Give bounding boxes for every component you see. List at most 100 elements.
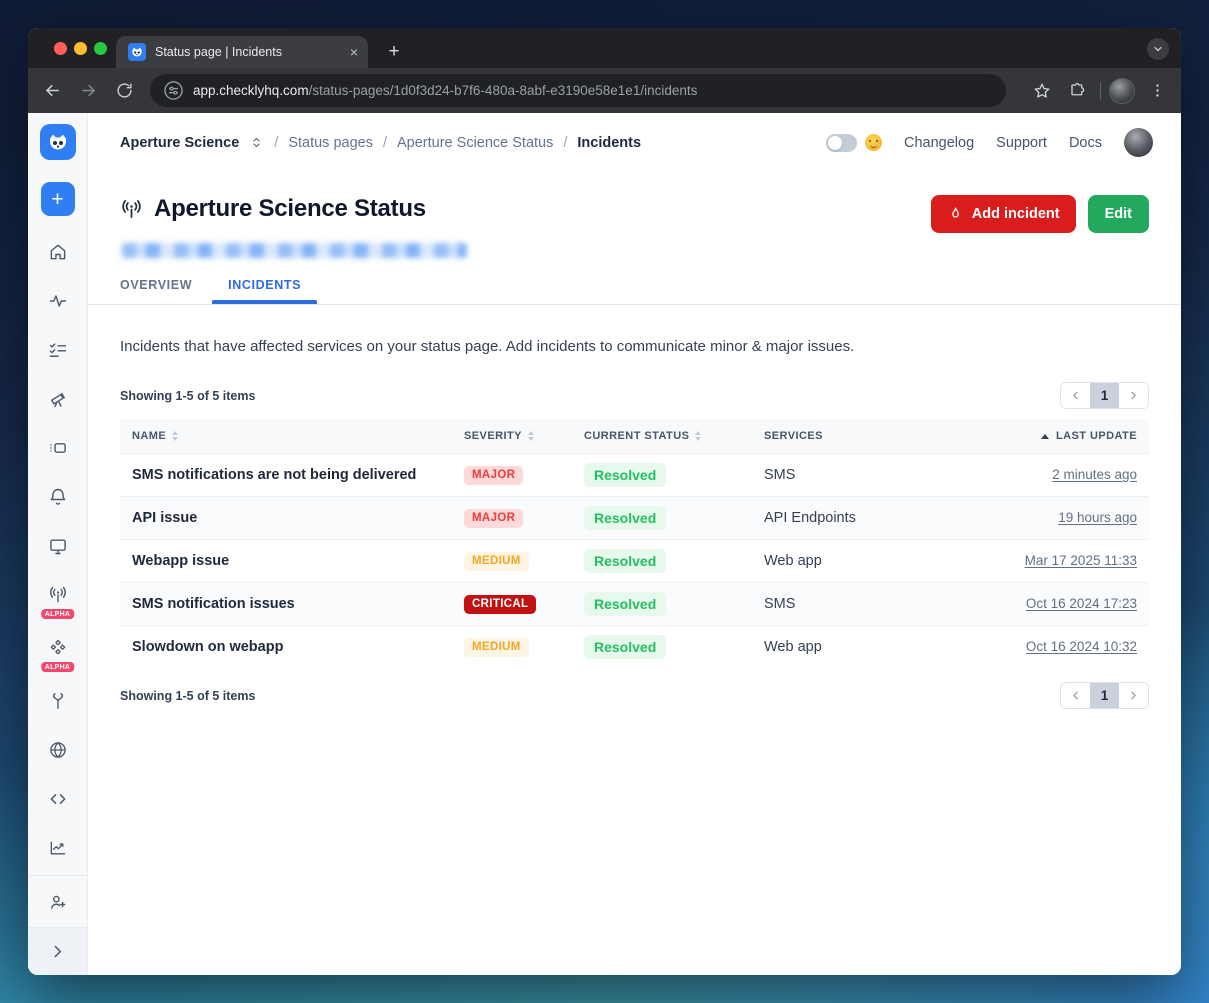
alpha-badge: ALPHA xyxy=(41,609,75,619)
smiley-emoji-icon xyxy=(865,134,882,151)
close-window-button[interactable] xyxy=(54,42,67,55)
table-row[interactable]: SMS notification issues CRITICAL Resolve… xyxy=(120,583,1149,626)
table-row[interactable]: Slowdown on webapp MEDIUM Resolved Web a… xyxy=(120,626,1149,669)
status-badge: Resolved xyxy=(584,463,666,487)
docs-link[interactable]: Docs xyxy=(1069,135,1102,151)
url-bar[interactable]: app.checklyhq.com/status-pages/1d0f3d24-… xyxy=(150,74,1006,107)
chevron-right-icon xyxy=(49,943,66,960)
monitor-icon xyxy=(48,536,68,556)
sidebar-item-invite-user[interactable] xyxy=(28,875,87,927)
next-page-button[interactable] xyxy=(1119,683,1148,708)
support-link[interactable]: Support xyxy=(996,135,1047,151)
column-header-current-status[interactable]: CURRENT STATUS xyxy=(572,419,752,454)
site-privacy-icon[interactable] xyxy=(164,81,183,100)
create-new-button[interactable]: + xyxy=(41,182,75,216)
table-row[interactable]: SMS notifications are not being delivere… xyxy=(120,454,1149,497)
theme-toggle[interactable] xyxy=(826,134,857,152)
sidebar-item-explore[interactable] xyxy=(38,379,78,419)
browser-profile-avatar[interactable] xyxy=(1109,78,1135,104)
sidebar-item-cli[interactable] xyxy=(38,779,78,819)
incident-services: SMS xyxy=(764,596,795,612)
status-badge: Resolved xyxy=(584,592,666,616)
incident-last-update[interactable]: Oct 16 2024 17:23 xyxy=(1026,596,1137,611)
sidebar-item-alerts[interactable] xyxy=(38,477,78,517)
column-header-severity[interactable]: SEVERITY xyxy=(452,419,572,454)
checkly-logo[interactable] xyxy=(40,124,76,160)
maximize-window-button[interactable] xyxy=(94,42,107,55)
sidebar-item-monitoring[interactable] xyxy=(38,281,78,321)
sort-ascending-icon xyxy=(1041,434,1049,439)
diamonds-icon xyxy=(48,638,68,658)
breadcrumb-current: Incidents xyxy=(577,135,641,151)
chevron-left-icon xyxy=(1069,689,1082,702)
status-badge: Resolved xyxy=(584,549,666,573)
app-sidebar: + xyxy=(28,113,88,975)
forward-icon[interactable] xyxy=(74,77,102,105)
pagination-top: 1 xyxy=(1060,382,1149,409)
column-header-services[interactable]: SERVICES xyxy=(752,419,1002,454)
user-avatar[interactable] xyxy=(1124,128,1153,157)
incident-name: SMS notification issues xyxy=(132,596,295,612)
add-incident-button[interactable]: Add incident xyxy=(931,195,1076,233)
sidebar-item-maintenance[interactable] xyxy=(38,681,78,721)
browser-window: Status page | Incidents × + app.checklyh… xyxy=(28,28,1181,975)
bookmark-star-icon[interactable] xyxy=(1028,77,1056,105)
incident-last-update[interactable]: 2 minutes ago xyxy=(1052,467,1137,482)
tab-incidents[interactable]: INCIDENTS xyxy=(228,278,301,304)
incident-name: API issue xyxy=(132,510,197,526)
sidebar-item-status-pages[interactable]: ALPHA xyxy=(38,575,78,615)
incident-last-update[interactable]: Mar 17 2025 11:33 xyxy=(1025,553,1137,568)
column-header-name[interactable]: NAME xyxy=(120,419,452,454)
new-tab-button[interactable]: + xyxy=(380,38,408,66)
sidebar-item-integrations[interactable]: ALPHA xyxy=(38,628,78,668)
sidebar-item-private-locations[interactable] xyxy=(38,730,78,770)
checkly-favicon-icon xyxy=(128,43,146,61)
edit-button[interactable]: Edit xyxy=(1088,195,1149,233)
sidebar-item-home[interactable] xyxy=(38,232,78,272)
breadcrumb-status-pages[interactable]: Status pages xyxy=(288,135,373,151)
back-icon[interactable] xyxy=(38,77,66,105)
next-page-button[interactable] xyxy=(1119,383,1148,408)
sidebar-item-analytics[interactable] xyxy=(38,828,78,868)
account-switcher[interactable]: Aperture Science xyxy=(120,135,239,151)
page-number[interactable]: 1 xyxy=(1090,683,1119,708)
browser-tab[interactable]: Status page | Incidents × xyxy=(116,36,368,68)
page-tabs: OVERVIEW INCIDENTS xyxy=(120,278,1181,304)
column-header-last-update[interactable]: LAST UPDATE xyxy=(1002,419,1149,454)
browser-menu-icon[interactable] xyxy=(1143,77,1171,105)
showing-count: Showing 1-5 of 5 items xyxy=(120,689,255,703)
group-node-icon xyxy=(48,438,68,458)
sort-icon xyxy=(528,431,534,441)
sidebar-item-groups[interactable] xyxy=(38,428,78,468)
breadcrumb-status-page-name[interactable]: Aperture Science Status xyxy=(397,135,553,151)
user-plus-icon xyxy=(48,892,68,912)
incident-name: SMS notifications are not being delivere… xyxy=(132,467,416,483)
main-content: Aperture Science Status Add incident Edi… xyxy=(88,172,1181,975)
table-row[interactable]: API issue MAJOR Resolved API Endpoints 1… xyxy=(120,497,1149,540)
incident-last-update[interactable]: 19 hours ago xyxy=(1058,510,1137,525)
sidebar-item-dashboards[interactable] xyxy=(38,526,78,566)
sidebar-item-checks[interactable] xyxy=(38,330,78,370)
table-row[interactable]: Webapp issue MEDIUM Resolved Web app Mar… xyxy=(120,540,1149,583)
toolbar-divider xyxy=(1100,82,1101,100)
sort-icon xyxy=(172,431,178,441)
incident-last-update[interactable]: Oct 16 2024 10:32 xyxy=(1026,639,1137,654)
account-switcher-chevrons-icon[interactable] xyxy=(249,135,264,150)
changelog-link[interactable]: Changelog xyxy=(904,135,974,151)
home-icon xyxy=(48,242,68,262)
prev-page-button[interactable] xyxy=(1061,683,1090,708)
tab-overview[interactable]: OVERVIEW xyxy=(120,278,192,304)
page-number[interactable]: 1 xyxy=(1090,383,1119,408)
tab-search-chevron-icon[interactable] xyxy=(1147,38,1169,60)
tab-close-icon[interactable]: × xyxy=(350,45,358,59)
incident-name: Slowdown on webapp xyxy=(132,639,283,655)
sidebar-collapse-button[interactable] xyxy=(28,927,87,975)
telescope-icon xyxy=(48,389,68,409)
reload-icon[interactable] xyxy=(110,77,138,105)
prev-page-button[interactable] xyxy=(1061,383,1090,408)
minimize-window-button[interactable] xyxy=(74,42,87,55)
browser-toolbar: app.checklyhq.com/status-pages/1d0f3d24-… xyxy=(28,68,1181,113)
extensions-icon[interactable] xyxy=(1064,77,1092,105)
page-description: Incidents that have affected services on… xyxy=(120,338,1149,355)
status-page-url-redacted[interactable] xyxy=(122,243,467,258)
